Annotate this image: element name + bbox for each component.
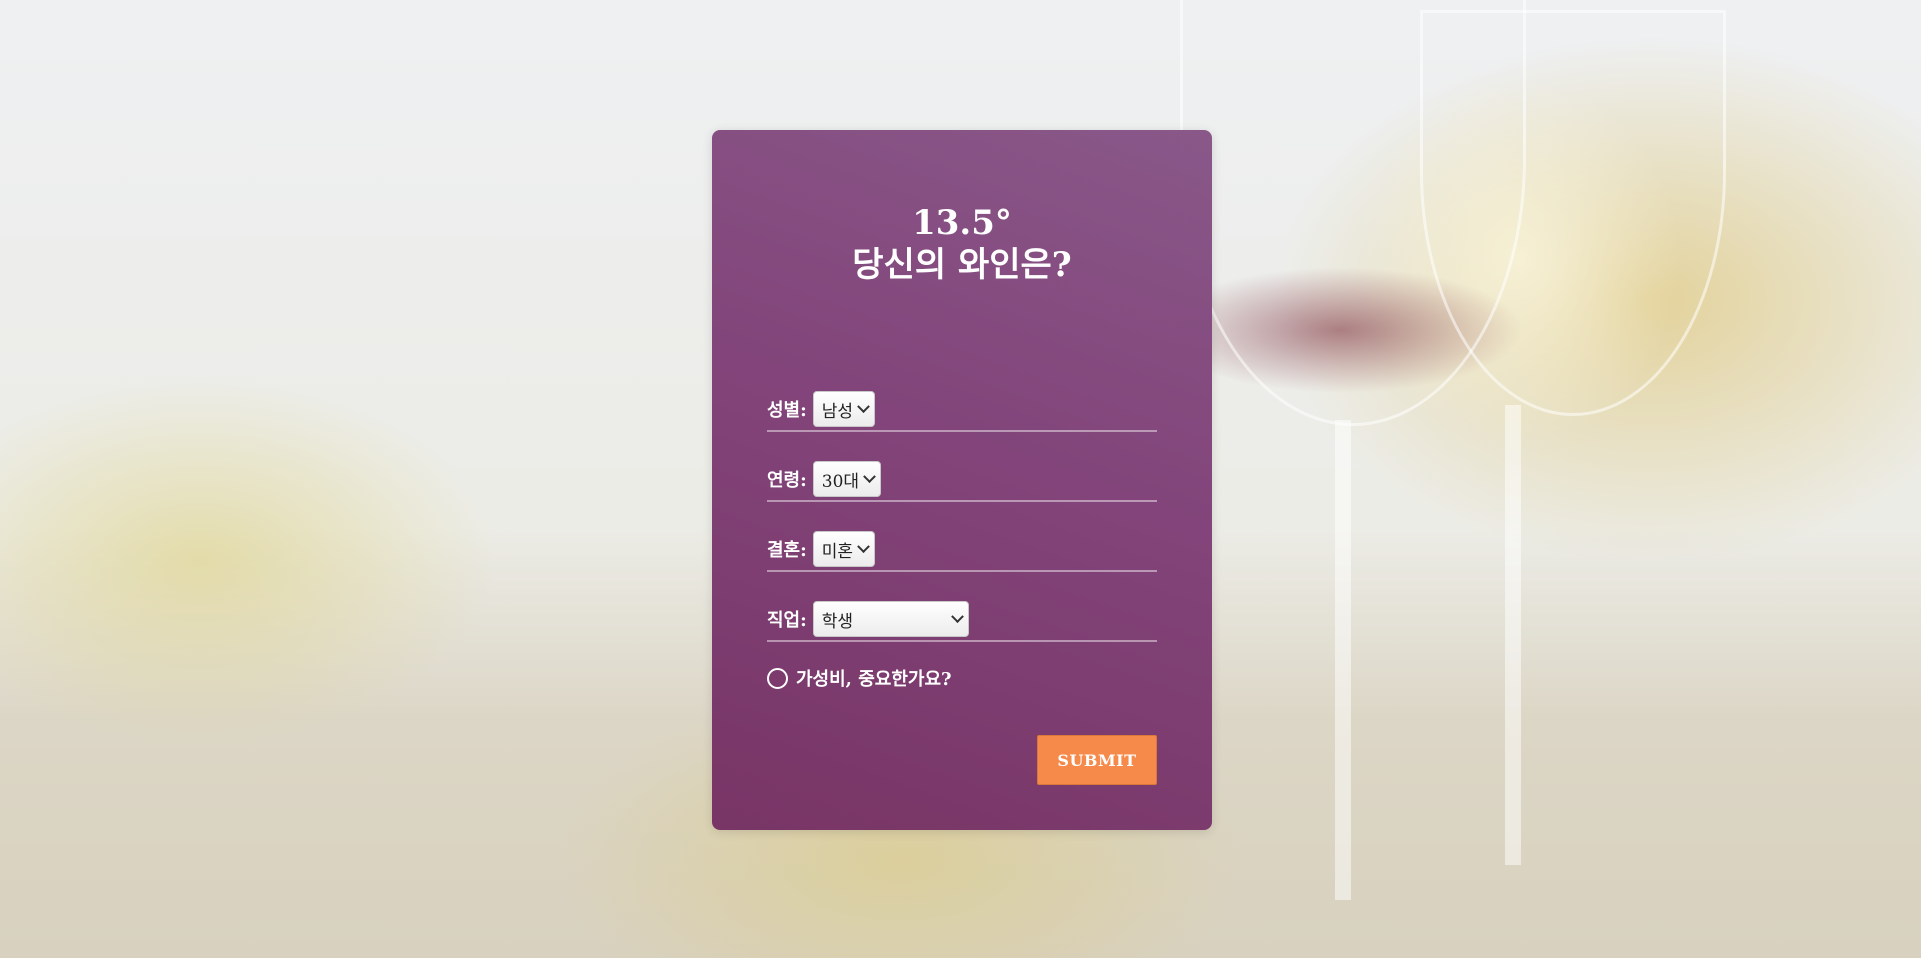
gender-select[interactable]: 남성: [812, 391, 876, 427]
job-select-value: 학생: [821, 611, 854, 632]
marriage-select[interactable]: 미혼: [812, 531, 876, 567]
chevron-down-icon: [857, 399, 870, 413]
age-label: 연령:: [767, 470, 807, 491]
gender-label: 성별:: [767, 400, 807, 421]
marriage-field: 결혼: 미혼: [767, 528, 1157, 572]
red-wine-glass-stem: [1335, 420, 1351, 900]
value-question-label: 가성비, 중요한가요?: [796, 669, 952, 690]
job-select[interactable]: 학생: [812, 601, 969, 637]
title-line-1: 13.5°: [912, 203, 1012, 243]
value-question-radio[interactable]: [767, 667, 788, 689]
chevron-down-icon: [950, 609, 964, 623]
age-select-value: 30대: [821, 471, 860, 492]
title-line-2: 당신의 와인은?: [852, 245, 1072, 285]
submit-button[interactable]: SUBMIT: [1037, 735, 1157, 785]
page-title: 13.5° 당신의 와인은?: [712, 202, 1212, 286]
gender-field: 성별: 남성: [767, 388, 1157, 432]
age-select[interactable]: 30대: [812, 461, 882, 497]
job-label: 직업:: [767, 610, 807, 631]
job-field: 직업: 학생: [767, 598, 1157, 642]
age-field: 연령: 30대: [767, 458, 1157, 502]
chevron-down-icon: [857, 539, 870, 553]
marriage-label: 결혼:: [767, 540, 807, 561]
wine-survey-card: 13.5° 당신의 와인은? 성별: 남성 연령: 30대 결혼: 미혼 직업:…: [712, 130, 1212, 830]
marriage-select-value: 미혼: [821, 541, 854, 562]
white-wine-glass-stem: [1505, 405, 1521, 865]
chevron-down-icon: [863, 469, 876, 483]
gender-select-value: 남성: [821, 401, 854, 422]
value-question-row: 가성비, 중요한가요?: [767, 665, 952, 691]
